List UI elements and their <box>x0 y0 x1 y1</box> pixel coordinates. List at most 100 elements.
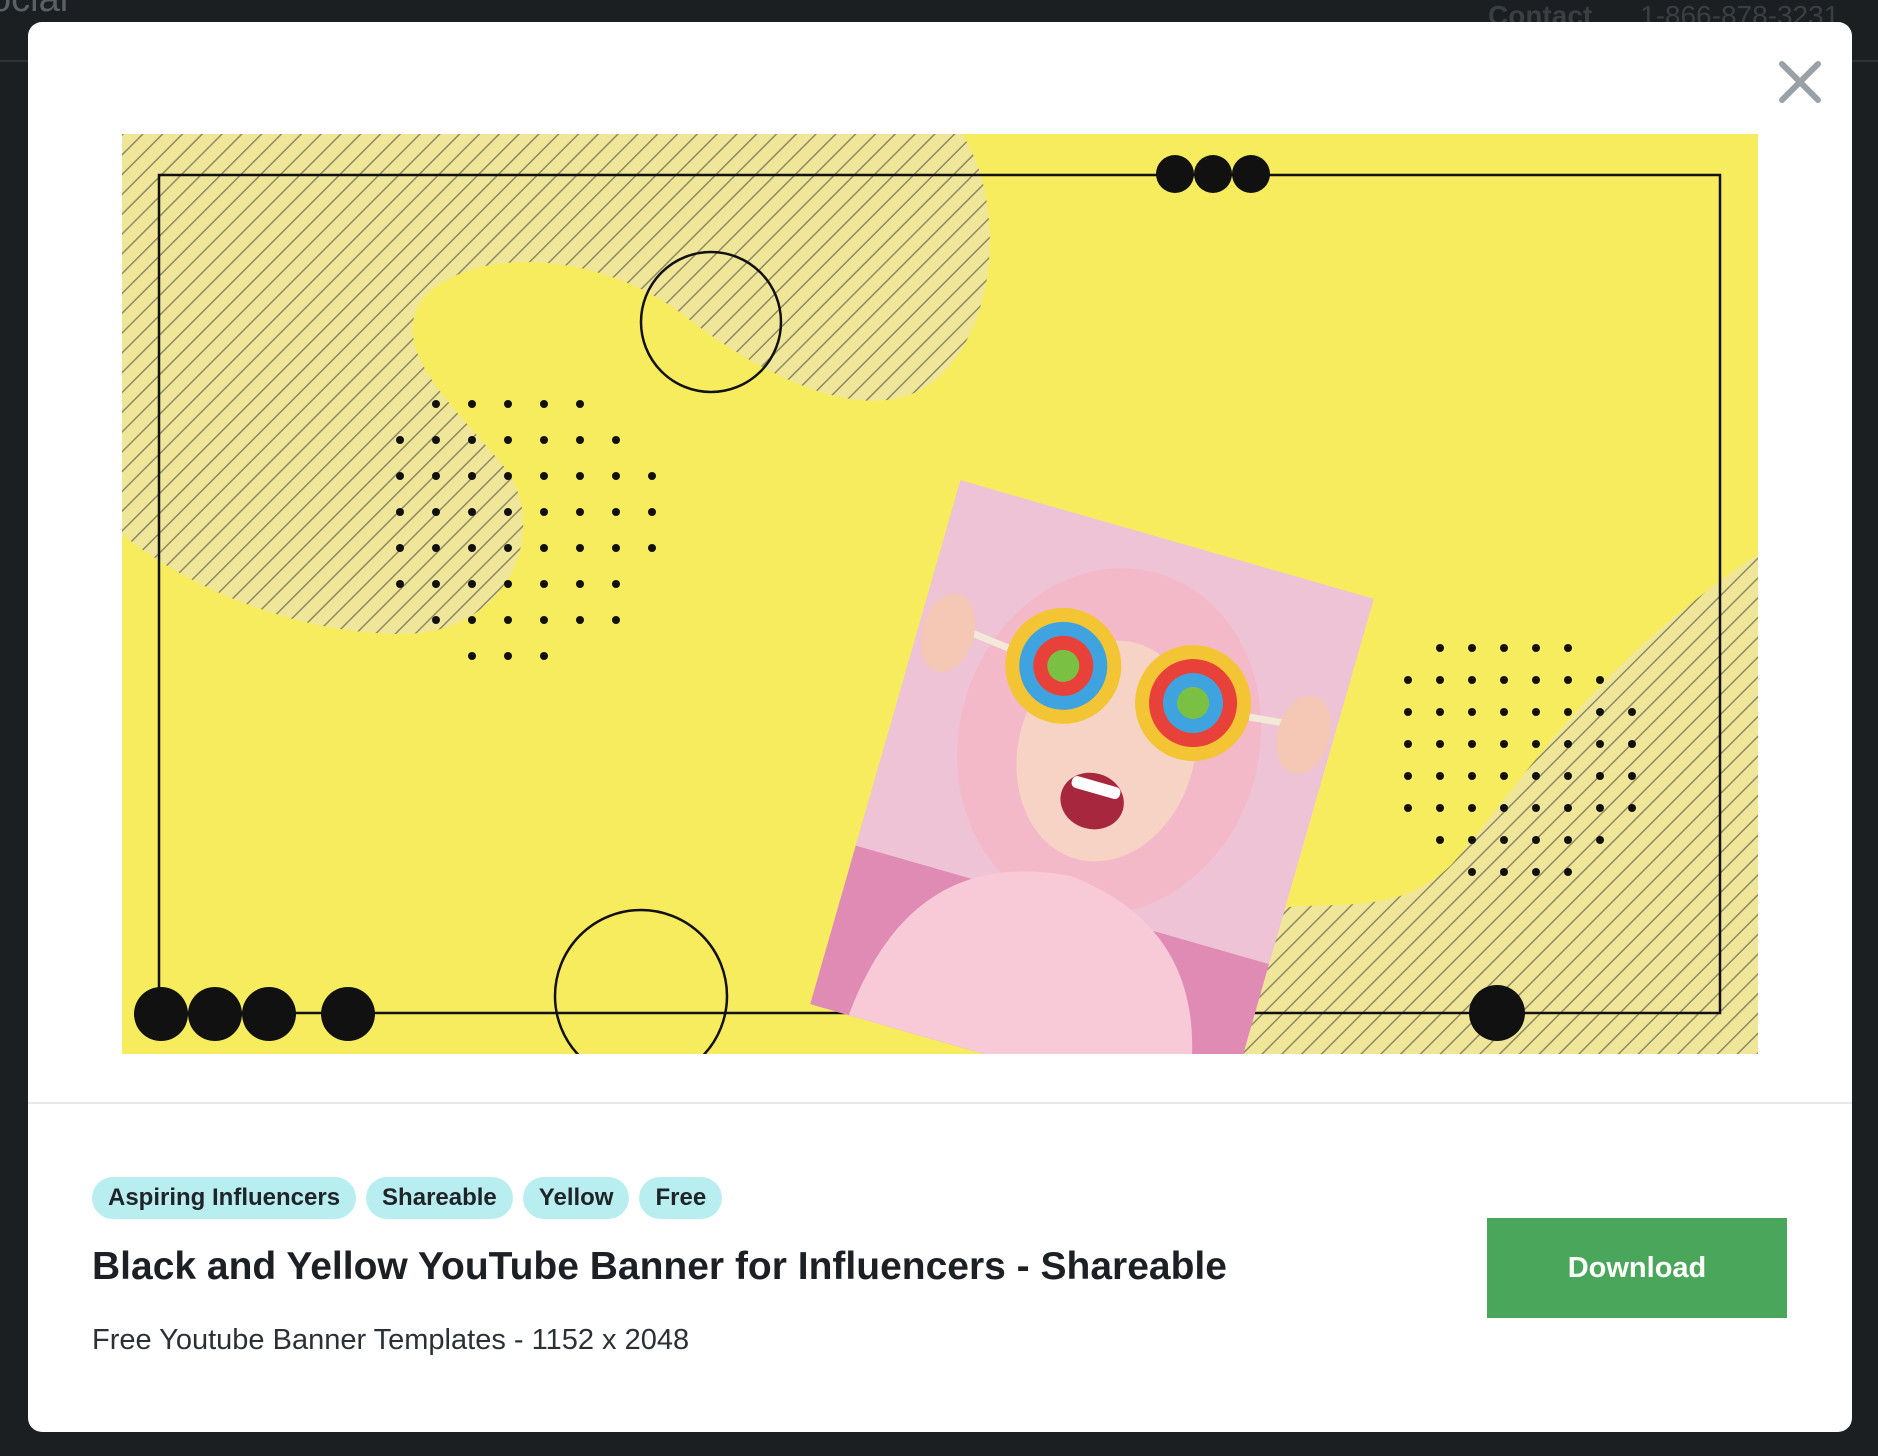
pattern-dot <box>1436 676 1444 684</box>
pattern-dot <box>1436 804 1444 812</box>
pattern-dot <box>1468 772 1476 780</box>
pattern-dot <box>468 652 476 660</box>
pattern-dot <box>612 616 620 624</box>
pattern-dot <box>1628 708 1636 716</box>
pattern-dot <box>1628 772 1636 780</box>
pattern-dot <box>504 508 512 516</box>
pattern-dot <box>468 472 476 480</box>
pattern-dot <box>612 436 620 444</box>
pattern-dot <box>540 508 548 516</box>
pattern-dot <box>468 580 476 588</box>
pattern-dot <box>1564 708 1572 716</box>
pattern-dot <box>1564 804 1572 812</box>
pattern-dot <box>1596 804 1604 812</box>
pattern-dot <box>1436 836 1444 844</box>
pattern-dot <box>1628 740 1636 748</box>
pattern-dot <box>504 400 512 408</box>
solid-dots-bottom-left <box>134 987 375 1041</box>
pattern-dot <box>540 580 548 588</box>
close-button[interactable] <box>1770 52 1830 112</box>
pattern-dot <box>1500 676 1508 684</box>
pattern-dot <box>1468 836 1476 844</box>
pattern-dot <box>540 472 548 480</box>
banner-preview-image <box>122 134 1758 1054</box>
pattern-dot <box>612 472 620 480</box>
pattern-dot <box>576 400 584 408</box>
pattern-dot <box>396 436 404 444</box>
download-button[interactable]: Download <box>1487 1218 1787 1318</box>
tag-shareable[interactable]: Shareable <box>366 1177 513 1219</box>
pattern-dot <box>468 436 476 444</box>
pattern-dot <box>1404 676 1412 684</box>
solid-dot-bottom-right <box>1469 985 1525 1041</box>
pattern-dot <box>612 508 620 516</box>
pattern-dot <box>1500 804 1508 812</box>
pattern-dot <box>504 616 512 624</box>
template-subtitle: Free Youtube Banner Templates - 1152 x 2… <box>92 1324 690 1356</box>
pattern-dot <box>1500 644 1508 652</box>
pattern-dot <box>432 436 440 444</box>
pattern-dot <box>468 616 476 624</box>
pattern-dot <box>1532 740 1540 748</box>
pattern-dot <box>432 544 440 552</box>
pattern-dot <box>1404 740 1412 748</box>
pattern-dot <box>612 544 620 552</box>
pattern-dot <box>468 508 476 516</box>
tag-free[interactable]: Free <box>639 1177 723 1219</box>
pattern-dot <box>1596 676 1604 684</box>
pattern-dot <box>1436 772 1444 780</box>
pattern-dot <box>504 580 512 588</box>
pattern-dot <box>1532 868 1540 876</box>
tag-aspiring-influencers[interactable]: Aspiring Influencers <box>92 1177 357 1219</box>
pattern-dot <box>432 400 440 408</box>
pattern-dot <box>1468 676 1476 684</box>
pattern-dot <box>612 580 620 588</box>
pattern-dot <box>576 436 584 444</box>
tag-yellow[interactable]: Yellow <box>522 1177 630 1219</box>
hatched-blob-top-left <box>122 134 990 634</box>
background-logo: ocial <box>0 0 68 21</box>
pattern-dot <box>540 544 548 552</box>
pattern-dot <box>1596 708 1604 716</box>
template-title: Black and Yellow YouTube Banner for Infl… <box>92 1245 1227 1288</box>
pattern-dot <box>1532 772 1540 780</box>
pattern-dot <box>432 580 440 588</box>
pattern-dot <box>648 472 656 480</box>
pattern-dot <box>396 508 404 516</box>
pattern-dot <box>1532 804 1540 812</box>
pattern-dot <box>648 508 656 516</box>
pattern-dot <box>504 652 512 660</box>
pattern-dot <box>396 580 404 588</box>
pattern-dot <box>576 580 584 588</box>
pattern-dot <box>1436 708 1444 716</box>
pattern-dot <box>1468 644 1476 652</box>
pattern-dot <box>1564 836 1572 844</box>
pattern-dot <box>396 472 404 480</box>
pattern-dot <box>1564 772 1572 780</box>
pattern-dot <box>1468 868 1476 876</box>
pattern-dot <box>1532 708 1540 716</box>
pattern-dot <box>1596 740 1604 748</box>
pattern-dot <box>1564 740 1572 748</box>
pattern-dot <box>1468 740 1476 748</box>
pattern-dot <box>1500 708 1508 716</box>
pattern-dot <box>540 436 548 444</box>
pattern-dot <box>432 508 440 516</box>
pattern-dot <box>576 508 584 516</box>
template-preview-modal: Aspiring Influencers Shareable Yellow Fr… <box>28 22 1852 1432</box>
pattern-dot <box>1404 772 1412 780</box>
pattern-dot <box>1468 804 1476 812</box>
pattern-dot <box>540 652 548 660</box>
pattern-dot <box>1500 740 1508 748</box>
pattern-dot <box>1564 868 1572 876</box>
pattern-dot <box>1404 708 1412 716</box>
close-icon <box>1779 61 1821 103</box>
pattern-dot <box>648 544 656 552</box>
pattern-dot <box>1436 740 1444 748</box>
pattern-dot <box>1404 804 1412 812</box>
modal-divider <box>28 1102 1852 1104</box>
pattern-dot <box>468 400 476 408</box>
pattern-dot <box>576 544 584 552</box>
pattern-dot <box>1532 676 1540 684</box>
pattern-dot <box>576 616 584 624</box>
